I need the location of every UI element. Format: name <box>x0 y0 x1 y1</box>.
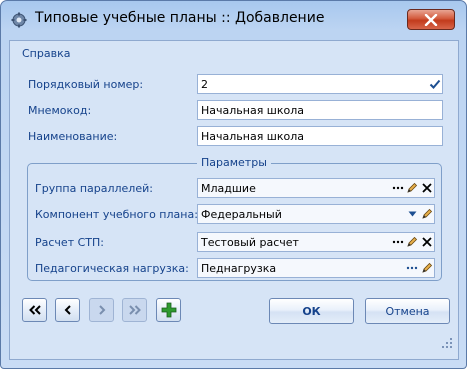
stp-calc-clear-button[interactable] <box>420 234 434 250</box>
clear-x-icon <box>422 183 432 193</box>
pencil-icon <box>422 262 433 273</box>
ped-load-field[interactable]: Педнагрузка <box>197 258 435 278</box>
parallel-group-label: Группа параллелей: <box>35 182 153 195</box>
app-gear-icon <box>11 12 27 28</box>
parallel-group-browse-button[interactable] <box>391 180 405 196</box>
clear-x-icon <box>422 237 432 247</box>
plan-component-edit-button[interactable] <box>420 206 434 222</box>
checkmark-dropdown-icon[interactable] <box>429 78 441 90</box>
pencil-icon <box>407 236 418 247</box>
triangle-down-icon <box>408 211 416 217</box>
cancel-button[interactable]: Отмена <box>365 298 450 324</box>
ped-load-value: Педнагрузка <box>201 262 277 275</box>
add-record-button[interactable] <box>156 298 181 322</box>
name-label: Наименование: <box>28 130 118 143</box>
last-record-button[interactable] <box>122 298 147 322</box>
previous-record-button[interactable] <box>55 298 80 322</box>
cancel-button-label: Отмена <box>385 304 430 318</box>
parallel-group-edit-button[interactable] <box>405 180 419 196</box>
chevron-right-icon <box>98 305 105 315</box>
pencil-icon <box>422 208 433 219</box>
pencil-icon <box>407 182 418 193</box>
stp-calc-browse-button[interactable] <box>391 234 405 250</box>
name-input[interactable]: Начальная школа <box>197 126 443 146</box>
stp-calc-edit-button[interactable] <box>405 234 419 250</box>
ellipsis-icon <box>406 266 418 270</box>
next-record-button[interactable] <box>89 298 114 322</box>
ok-button[interactable]: ОК <box>269 298 354 324</box>
ped-load-edit-button[interactable] <box>420 260 434 276</box>
parallel-group-value: Младшие <box>201 182 256 195</box>
parameters-legend: Параметры <box>197 156 271 169</box>
close-icon <box>424 13 438 26</box>
ped-load-browse-button[interactable] <box>405 260 419 276</box>
ok-button-label: ОК <box>302 304 321 318</box>
chevron-left-icon <box>64 305 71 315</box>
order-number-label: Порядковый номер: <box>28 78 144 91</box>
mnemocode-label: Мнемокод: <box>28 104 92 117</box>
first-record-button[interactable] <box>22 298 47 322</box>
resize-grip-icon[interactable] <box>441 337 453 349</box>
double-chevron-right-icon <box>128 305 141 315</box>
ellipsis-icon <box>392 186 404 190</box>
double-chevron-left-icon <box>28 305 41 315</box>
order-number-value: 2 <box>201 78 208 91</box>
close-button[interactable] <box>407 9 455 30</box>
stp-calc-value: Тестовый расчет <box>201 236 299 249</box>
plan-component-label: Компонент учебного плана: <box>35 208 198 221</box>
order-number-combo[interactable]: 2 <box>197 74 443 94</box>
plus-icon <box>161 302 176 318</box>
ped-load-label: Педагогическая нагрузка: <box>35 262 189 275</box>
parallel-group-clear-button[interactable] <box>420 180 434 196</box>
ellipsis-icon <box>392 240 404 244</box>
stp-calc-label: Расчет СТП: <box>35 236 104 249</box>
title-bar[interactable]: Типовые учебные планы :: Добавление <box>1 1 466 35</box>
mnemocode-input[interactable]: Начальная школа <box>197 100 443 120</box>
name-value: Начальная школа <box>201 130 305 143</box>
mnemocode-value: Начальная школа <box>201 104 305 117</box>
dialog-window: Типовые учебные планы :: Добавление Спра… <box>0 0 467 369</box>
help-menu[interactable]: Справка <box>22 47 70 60</box>
plan-component-dropdown-button[interactable] <box>405 206 419 222</box>
window-title: Типовые учебные планы :: Добавление <box>35 10 325 26</box>
plan-component-combo[interactable]: Федеральный <box>197 204 435 224</box>
plan-component-value: Федеральный <box>201 208 282 221</box>
